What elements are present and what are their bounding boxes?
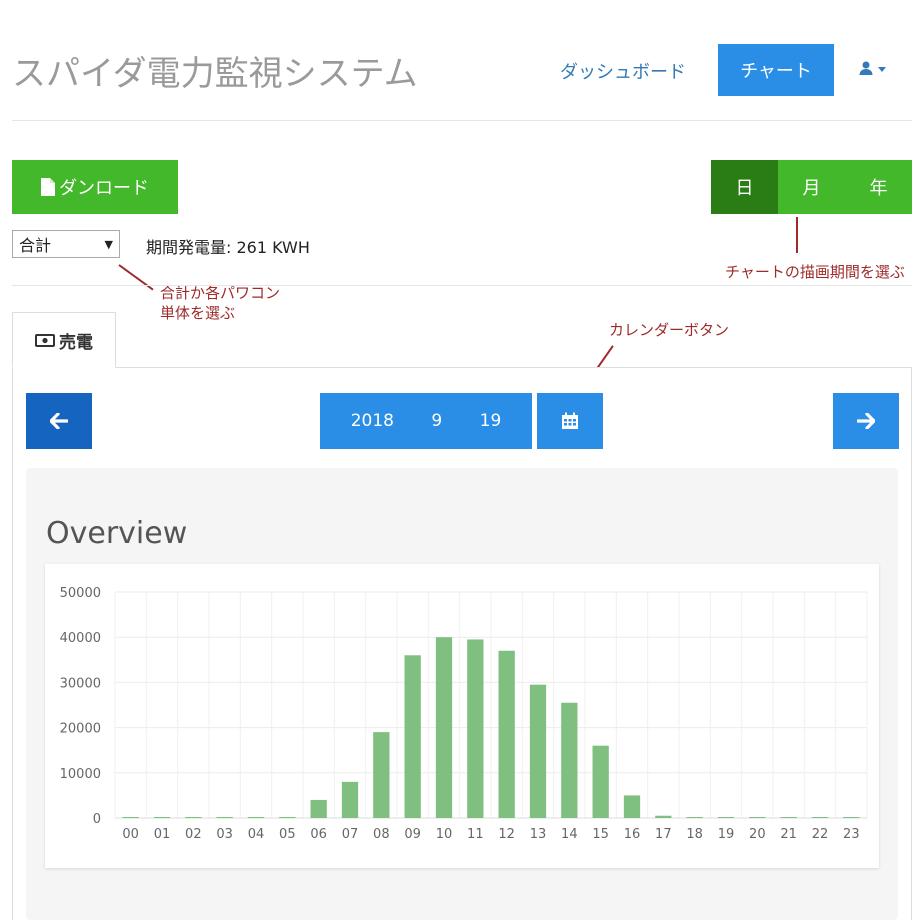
x-tick-label: 09 (404, 827, 421, 842)
annotation-select-line2: 単体を選ぶ (160, 304, 236, 322)
bar-03 (216, 817, 233, 818)
x-tick-label: 16 (624, 827, 641, 842)
nav-chart-button[interactable]: チャート (718, 44, 834, 96)
y-tick-label: 0 (93, 812, 101, 827)
bar-22 (811, 817, 829, 818)
x-tick-label: 03 (216, 827, 233, 842)
annotation-calendar: カレンダーボタン (609, 321, 730, 339)
x-tick-label: 12 (498, 827, 515, 842)
total-generation: 期間発電量: 261 KWH (146, 238, 310, 257)
nav-dashboard-link[interactable]: ダッシュボード (560, 58, 686, 84)
bar-20 (749, 817, 766, 818)
download-button[interactable]: ダンロード (12, 160, 178, 214)
annotation-line-select (118, 264, 154, 291)
bar-07 (341, 781, 359, 818)
x-tick-label: 01 (154, 827, 171, 842)
x-tick-label: 15 (592, 827, 609, 842)
x-tick-label: 06 (310, 827, 327, 842)
section-divider (12, 285, 912, 286)
bar-15 (592, 745, 609, 818)
user-icon (859, 61, 873, 75)
period-selector: 日 月 年 (711, 160, 912, 214)
select-arrow-icon: ▼ (104, 237, 113, 251)
bar-09 (404, 655, 421, 818)
arrow-right-icon (857, 413, 875, 429)
tab-sell-label: 売電 (59, 332, 93, 353)
next-date-button[interactable] (833, 393, 899, 449)
x-tick-label: 23 (843, 827, 860, 842)
bar-23 (843, 817, 860, 818)
bar-02 (185, 817, 202, 818)
bar-11 (467, 639, 484, 818)
overview-title: Overview (46, 516, 188, 551)
y-tick-label: 50000 (60, 586, 101, 601)
file-icon (41, 178, 55, 196)
calendar-button[interactable] (537, 393, 603, 449)
inverter-select-value: 合計 (19, 236, 52, 255)
bar-19 (717, 817, 735, 818)
bar-01 (153, 817, 171, 818)
x-tick-label: 10 (436, 827, 453, 842)
annotation-period: チャートの描画期間を選ぶ (725, 263, 905, 281)
date-year: 2018 (350, 411, 394, 431)
x-tick-label: 20 (749, 827, 766, 842)
annotation-line-period (796, 217, 798, 253)
tab-sell[interactable]: 売電 (12, 312, 116, 368)
bar-05 (279, 817, 296, 818)
arrow-left-icon (50, 413, 68, 429)
inverter-select[interactable]: 合計 ▼ (12, 230, 120, 258)
money-icon (35, 333, 55, 347)
period-day-button[interactable]: 日 (711, 160, 778, 214)
download-label: ダンロード (59, 178, 149, 199)
chevron-down-icon (878, 66, 886, 72)
x-tick-label: 19 (718, 827, 735, 842)
period-month-button[interactable]: 月 (778, 160, 845, 214)
chart-card: 0 10000 20000 30000 40000 50000 00 01 02 03 04 05 06… (45, 564, 879, 868)
period-year-button[interactable]: 年 (845, 160, 912, 214)
y-tick-label: 30000 (60, 676, 101, 691)
bar-08 (373, 732, 390, 818)
x-tick-label: 04 (248, 827, 265, 842)
bar-00 (122, 817, 139, 818)
bar-17 (655, 815, 672, 818)
bar-14 (561, 702, 578, 818)
calendar-icon (562, 412, 578, 429)
date-display[interactable]: 2018 9 19 (320, 393, 532, 449)
x-tick-label: 02 (185, 827, 202, 842)
y-tick-label: 20000 (60, 722, 101, 737)
x-tick-label: 17 (655, 827, 672, 842)
bar-18 (686, 817, 703, 818)
x-tick-label: 18 (686, 827, 703, 842)
bar-13 (529, 684, 547, 818)
bar-06 (310, 799, 327, 818)
bar-21 (780, 817, 797, 818)
x-tick-label: 22 (812, 827, 829, 842)
x-tick-label: 21 (780, 827, 797, 842)
generation-chart: 0 10000 20000 30000 40000 50000 00 01 02 03 04 05 06… (60, 586, 868, 842)
x-tick-label: 00 (122, 827, 139, 842)
date-day: 19 (479, 411, 502, 431)
user-menu[interactable] (858, 60, 886, 76)
x-tick-label: 07 (342, 827, 359, 842)
y-tick-label: 10000 (60, 767, 101, 782)
bar-04 (247, 817, 265, 818)
annotation-select-line1: 合計か各パワコン (160, 284, 281, 302)
bar-16 (623, 795, 641, 818)
y-tick-label: 40000 (60, 631, 101, 646)
prev-date-button[interactable] (26, 393, 92, 449)
date-month: 9 (431, 411, 443, 431)
x-tick-label: 13 (530, 827, 547, 842)
app-title: スパイダ電力監視システム (12, 54, 418, 94)
x-tick-label: 11 (467, 827, 484, 842)
nav-chart-label: チャート (740, 61, 812, 82)
x-tick-label: 14 (561, 827, 578, 842)
x-tick-label: 08 (373, 827, 390, 842)
bar-10 (435, 637, 453, 818)
header-divider (12, 120, 912, 121)
bar-12 (498, 650, 515, 818)
x-tick-label: 05 (279, 827, 296, 842)
